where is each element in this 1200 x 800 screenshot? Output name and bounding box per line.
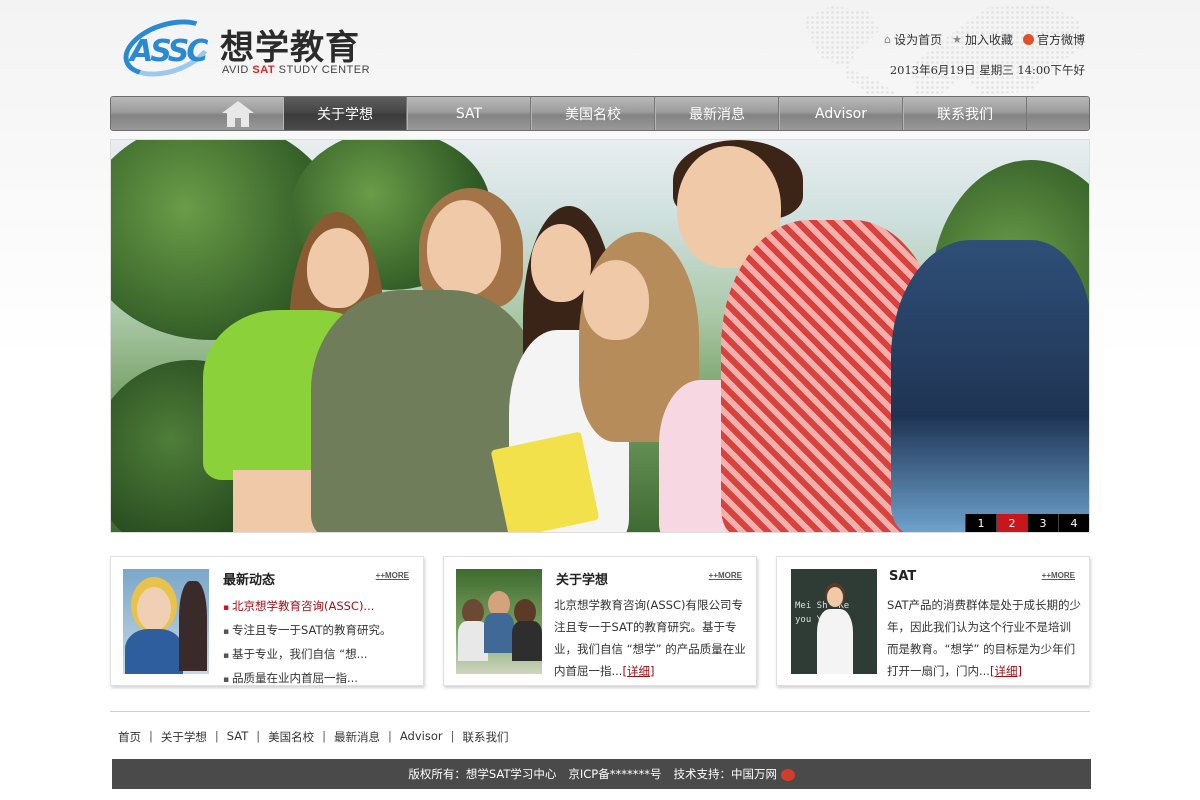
sat-detail-link[interactable]: [详细] (990, 664, 1022, 678)
nav-item-contact[interactable]: 联系我们 (903, 97, 1027, 130)
main-nav: 关于学想 SAT 美国名校 最新消息 Advisor 联系我们 (110, 96, 1090, 131)
nav-item-sat[interactable]: SAT (407, 97, 531, 130)
news-title: 最新动态 (223, 573, 276, 588)
copyright-text: 版权所有：想学SAT学习中心 (408, 767, 557, 781)
footer-link-home[interactable]: 首页 (118, 729, 141, 745)
slide-button-1[interactable]: 1 (965, 514, 996, 532)
news-box: 最新动态 ++MORE 北京想学教育咨询(ASSC)... 专注且专一于SAT的… (110, 556, 424, 686)
date-time: 2013年6月19日 星期三 14:00下午好 (889, 63, 1085, 77)
footer-bar: 版权所有：想学SAT学习中心 京ICP备*******号 技术支持：中国万网 (112, 759, 1091, 789)
news-item[interactable]: 品质量在业内首屈一指... (223, 667, 391, 691)
about-thumbnail (456, 569, 542, 674)
footer-link-contact[interactable]: 联系我们 (463, 729, 509, 745)
footer-link-us-universities[interactable]: 美国名校 (268, 729, 314, 745)
footer-link-advisor[interactable]: Advisor (400, 729, 443, 745)
tech-support-text: 技术支持：中国万网 (673, 766, 795, 782)
news-item[interactable]: 专注且专一于SAT的教育研究。 (223, 619, 392, 643)
news-thumbnail (123, 569, 209, 674)
about-summary: 北京想学教育咨询(ASSC)有限公司专注且专一于SAT的教育研究。基于专业，我们… (554, 598, 746, 678)
slide-button-2[interactable]: 2 (996, 514, 1027, 532)
about-title: 关于学想 (556, 573, 609, 588)
weibo-link[interactable]: 官方微博 (1022, 31, 1085, 48)
sat-more-link[interactable]: ++MORE (1042, 571, 1075, 580)
about-more-link[interactable]: ++MORE (709, 571, 742, 580)
nav-home[interactable] (111, 97, 283, 130)
home-icon: ⌂ (884, 33, 892, 46)
news-item[interactable]: 基于专业，我们自信 “想... (223, 643, 391, 667)
footer-link-latest-news[interactable]: 最新消息 (334, 729, 380, 745)
sat-thumbnail: Mei Sh Keyou Y wh (791, 569, 877, 674)
top-links: ⌂ 设为首页 ★ 加入收藏 官方微博 (884, 31, 1085, 48)
footer-links: 首页 | 关于学想 | SAT | 美国名校 | 最新消息 | Advisor | 联系我们 (118, 729, 509, 745)
chinaw-logo-icon (780, 768, 795, 781)
set-home-link[interactable]: ⌂ 设为首页 (884, 31, 942, 48)
sat-title: SAT (889, 569, 917, 584)
nav-item-latest-news[interactable]: 最新消息 (655, 97, 779, 130)
logo-english-name: AVID SAT STUDY CENTER (222, 64, 371, 76)
slide-pager: 1 2 3 4 (965, 514, 1089, 532)
footer-link-about[interactable]: 关于学想 (161, 729, 207, 745)
sat-box: Mei Sh Keyou Y wh SAT ++MORE SAT产品的消费群体是… (776, 556, 1090, 686)
hero-banner[interactable]: 1 2 3 4 (110, 139, 1090, 533)
footer-divider (110, 711, 1090, 712)
news-more-link[interactable]: ++MORE (376, 571, 409, 580)
nav-item-us-universities[interactable]: 美国名校 (531, 97, 655, 130)
site-logo[interactable]: ASSC 想学教育 AVID SAT STUDY CENTER (116, 9, 378, 87)
star-icon: ★ (952, 33, 962, 46)
news-item[interactable]: 北京想学教育咨询(ASSC)... (223, 595, 391, 619)
logo-chinese-name: 想学教育 (220, 28, 360, 68)
icp-number[interactable]: 京ICP备*******号 (568, 766, 661, 782)
nav-item-advisor[interactable]: Advisor (779, 97, 903, 130)
add-favorite-link[interactable]: ★ 加入收藏 (952, 31, 1013, 48)
footer-link-sat[interactable]: SAT (227, 729, 249, 745)
sat-summary: SAT产品的消费群体是处于成长期的少年，因此我们认为这个行业不是培训而是教育。“… (887, 598, 1082, 678)
news-list: 北京想学教育咨询(ASSC)... 专注且专一于SAT的教育研究。 基于专业，我… (223, 595, 392, 691)
about-box: 关于学想 ++MORE 北京想学教育咨询(ASSC)有限公司专注且专一于SAT的… (443, 556, 757, 686)
about-detail-link[interactable]: [详细] (622, 664, 654, 678)
slide-button-4[interactable]: 4 (1058, 514, 1089, 532)
slide-button-3[interactable]: 3 (1027, 514, 1058, 532)
logo-abbr: ASSC (130, 34, 208, 69)
house-icon (221, 100, 255, 127)
nav-item-about[interactable]: 关于学想 (283, 97, 407, 130)
weibo-icon (1022, 34, 1034, 45)
